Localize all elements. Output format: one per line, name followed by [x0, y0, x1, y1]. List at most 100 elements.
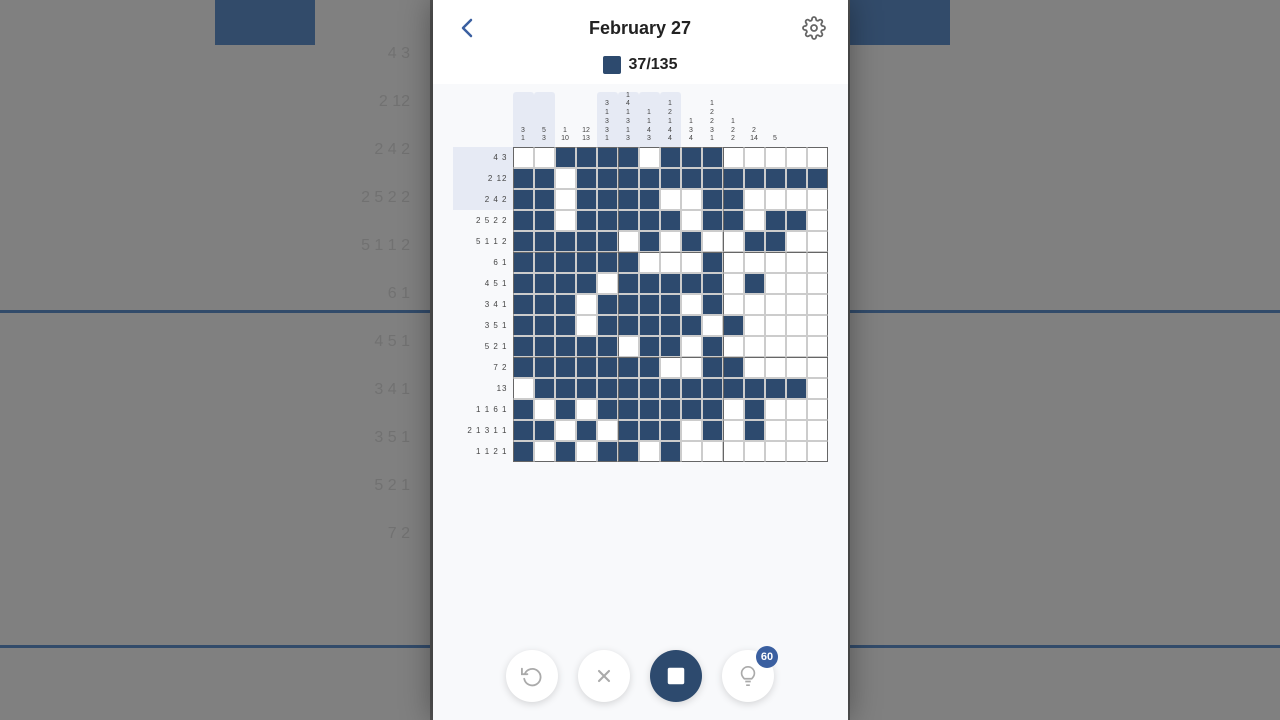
cell-6-11[interactable]: [744, 273, 765, 294]
cell-1-4[interactable]: [597, 168, 618, 189]
cell-4-10[interactable]: [723, 231, 744, 252]
cell-1-6[interactable]: [639, 168, 660, 189]
cell-0-4[interactable]: [597, 147, 618, 168]
cell-0-9[interactable]: [702, 147, 723, 168]
cell-6-4[interactable]: [597, 273, 618, 294]
cell-6-12[interactable]: [765, 273, 786, 294]
cell-0-14[interactable]: [807, 147, 828, 168]
cell-2-10[interactable]: [723, 189, 744, 210]
cell-9-11[interactable]: [744, 336, 765, 357]
cell-4-11[interactable]: [744, 231, 765, 252]
cell-11-5[interactable]: [618, 378, 639, 399]
settings-button[interactable]: [798, 12, 830, 44]
cell-10-14[interactable]: [807, 357, 828, 378]
cell-11-12[interactable]: [765, 378, 786, 399]
cell-2-6[interactable]: [639, 189, 660, 210]
cell-11-6[interactable]: [639, 378, 660, 399]
cell-7-2[interactable]: [555, 294, 576, 315]
cell-7-4[interactable]: [597, 294, 618, 315]
cell-11-1[interactable]: [534, 378, 555, 399]
cell-8-2[interactable]: [555, 315, 576, 336]
cell-6-13[interactable]: [786, 273, 807, 294]
cell-3-0[interactable]: [513, 210, 534, 231]
cell-1-0[interactable]: [513, 168, 534, 189]
cell-14-12[interactable]: [765, 441, 786, 462]
cell-0-11[interactable]: [744, 147, 765, 168]
cell-7-6[interactable]: [639, 294, 660, 315]
cell-1-7[interactable]: [660, 168, 681, 189]
cell-6-10[interactable]: [723, 273, 744, 294]
cell-11-10[interactable]: [723, 378, 744, 399]
cell-2-1[interactable]: [534, 189, 555, 210]
cell-0-1[interactable]: [534, 147, 555, 168]
cell-13-2[interactable]: [555, 420, 576, 441]
cell-1-1[interactable]: [534, 168, 555, 189]
cell-14-4[interactable]: [597, 441, 618, 462]
cell-8-9[interactable]: [702, 315, 723, 336]
cell-14-7[interactable]: [660, 441, 681, 462]
cell-0-12[interactable]: [765, 147, 786, 168]
cell-14-1[interactable]: [534, 441, 555, 462]
cell-7-0[interactable]: [513, 294, 534, 315]
cell-5-13[interactable]: [786, 252, 807, 273]
cell-10-12[interactable]: [765, 357, 786, 378]
cell-9-6[interactable]: [639, 336, 660, 357]
cell-5-5[interactable]: [618, 252, 639, 273]
cell-11-11[interactable]: [744, 378, 765, 399]
cell-3-10[interactable]: [723, 210, 744, 231]
cell-7-8[interactable]: [681, 294, 702, 315]
cell-14-10[interactable]: [723, 441, 744, 462]
back-button[interactable]: [451, 12, 483, 44]
cell-14-3[interactable]: [576, 441, 597, 462]
cell-1-14[interactable]: [807, 168, 828, 189]
cell-9-14[interactable]: [807, 336, 828, 357]
cell-6-6[interactable]: [639, 273, 660, 294]
cell-3-9[interactable]: [702, 210, 723, 231]
cell-9-10[interactable]: [723, 336, 744, 357]
cell-12-7[interactable]: [660, 399, 681, 420]
cell-6-2[interactable]: [555, 273, 576, 294]
cell-13-9[interactable]: [702, 420, 723, 441]
cell-13-7[interactable]: [660, 420, 681, 441]
cell-11-14[interactable]: [807, 378, 828, 399]
cell-1-10[interactable]: [723, 168, 744, 189]
cell-9-4[interactable]: [597, 336, 618, 357]
cell-13-1[interactable]: [534, 420, 555, 441]
cell-8-8[interactable]: [681, 315, 702, 336]
cell-1-9[interactable]: [702, 168, 723, 189]
cell-7-3[interactable]: [576, 294, 597, 315]
cell-10-7[interactable]: [660, 357, 681, 378]
hint-button[interactable]: 60: [722, 650, 774, 702]
cell-0-10[interactable]: [723, 147, 744, 168]
cell-7-10[interactable]: [723, 294, 744, 315]
cell-5-7[interactable]: [660, 252, 681, 273]
cell-13-12[interactable]: [765, 420, 786, 441]
cell-7-5[interactable]: [618, 294, 639, 315]
cell-4-6[interactable]: [639, 231, 660, 252]
cell-4-5[interactable]: [618, 231, 639, 252]
cell-10-8[interactable]: [681, 357, 702, 378]
cell-12-3[interactable]: [576, 399, 597, 420]
cell-8-4[interactable]: [597, 315, 618, 336]
cell-12-4[interactable]: [597, 399, 618, 420]
cell-3-5[interactable]: [618, 210, 639, 231]
cell-5-11[interactable]: [744, 252, 765, 273]
cell-6-8[interactable]: [681, 273, 702, 294]
cell-4-1[interactable]: [534, 231, 555, 252]
cell-14-14[interactable]: [807, 441, 828, 462]
cell-11-2[interactable]: [555, 378, 576, 399]
cell-13-13[interactable]: [786, 420, 807, 441]
cell-2-5[interactable]: [618, 189, 639, 210]
cell-8-5[interactable]: [618, 315, 639, 336]
cell-0-2[interactable]: [555, 147, 576, 168]
cell-3-7[interactable]: [660, 210, 681, 231]
cell-3-1[interactable]: [534, 210, 555, 231]
cell-8-0[interactable]: [513, 315, 534, 336]
cell-2-3[interactable]: [576, 189, 597, 210]
cell-4-0[interactable]: [513, 231, 534, 252]
cell-9-9[interactable]: [702, 336, 723, 357]
cell-7-9[interactable]: [702, 294, 723, 315]
cell-8-12[interactable]: [765, 315, 786, 336]
cell-14-5[interactable]: [618, 441, 639, 462]
cell-4-14[interactable]: [807, 231, 828, 252]
